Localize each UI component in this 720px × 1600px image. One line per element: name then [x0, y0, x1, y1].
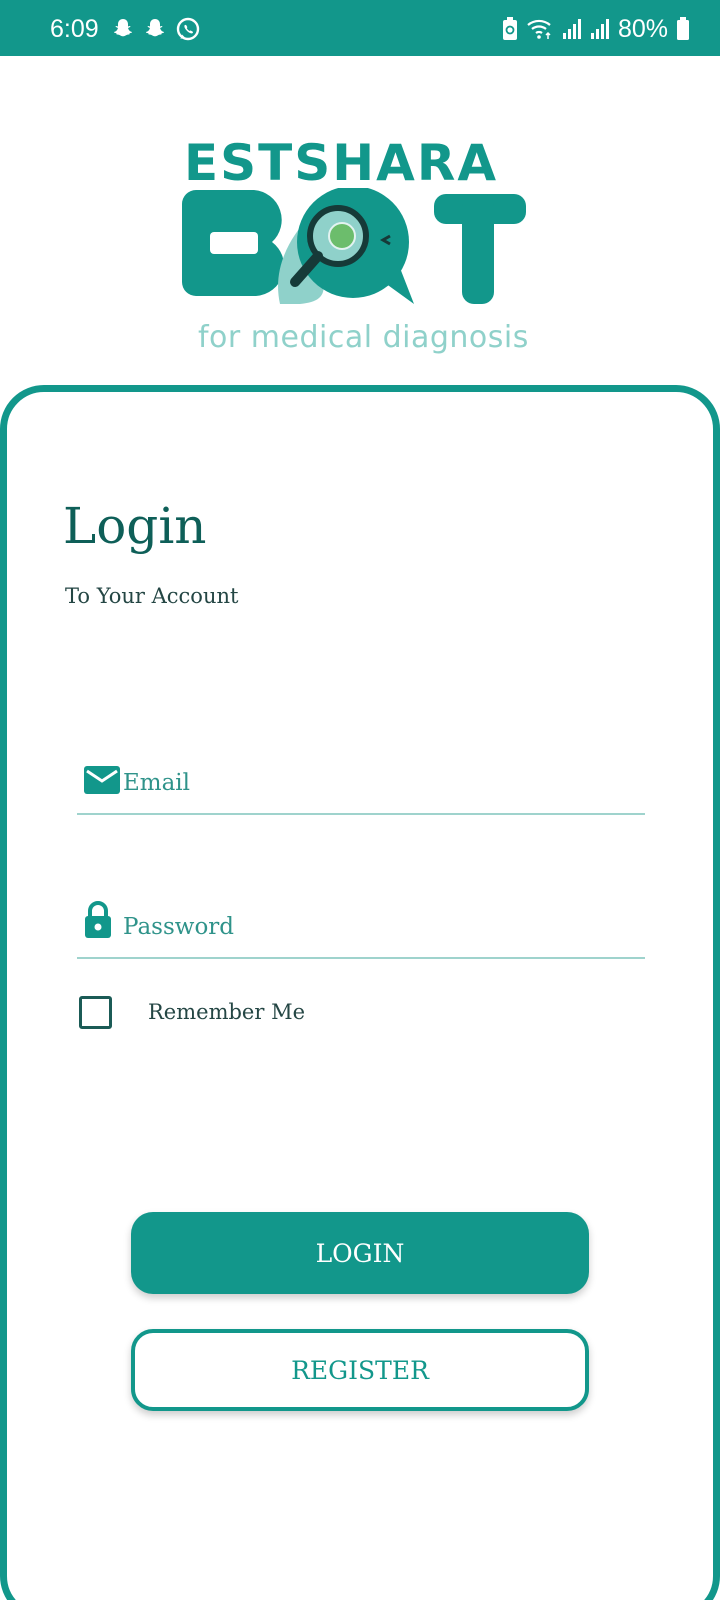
snapchat-icon [143, 17, 167, 41]
page-subtitle: To Your Account [65, 584, 239, 608]
password-field[interactable] [123, 909, 623, 945]
status-bar: 6:09 80% [0, 0, 720, 56]
status-time: 6:09 [50, 14, 99, 43]
battery-percent: 80% [617, 14, 668, 43]
status-left: 6:09 [50, 14, 201, 44]
login-button[interactable]: LOGIN [131, 1212, 589, 1294]
signal-icon [590, 18, 610, 40]
logo-bot-wordmark [182, 188, 526, 304]
page-title: Login [63, 497, 207, 555]
lock-icon [83, 901, 113, 943]
email-field[interactable] [123, 765, 623, 801]
logo-tagline: for medical diagnosis [198, 320, 529, 355]
remember-me-checkbox[interactable] [79, 995, 112, 1029]
remember-me-label: Remember Me [148, 1000, 306, 1024]
wifi-icon [526, 17, 554, 41]
password-field-container [77, 889, 645, 959]
email-field-container [77, 745, 645, 815]
login-card: Login To Your Account Remember Me LOGIN … [0, 385, 720, 1600]
remember-me: Remember Me [79, 992, 305, 1032]
mail-icon [83, 765, 121, 799]
logo-brand-top: ESTSHARA [184, 134, 499, 192]
snapchat-icon [111, 17, 135, 41]
app-logo: ESTSHARA for medical diagnosis [180, 130, 540, 370]
battery-icon [676, 17, 690, 41]
signal-icon [562, 18, 582, 40]
whatsapp-icon [175, 16, 201, 42]
register-button[interactable]: REGISTER [131, 1329, 589, 1411]
battery-saver-icon [502, 17, 518, 41]
status-right: 80% [502, 14, 690, 44]
